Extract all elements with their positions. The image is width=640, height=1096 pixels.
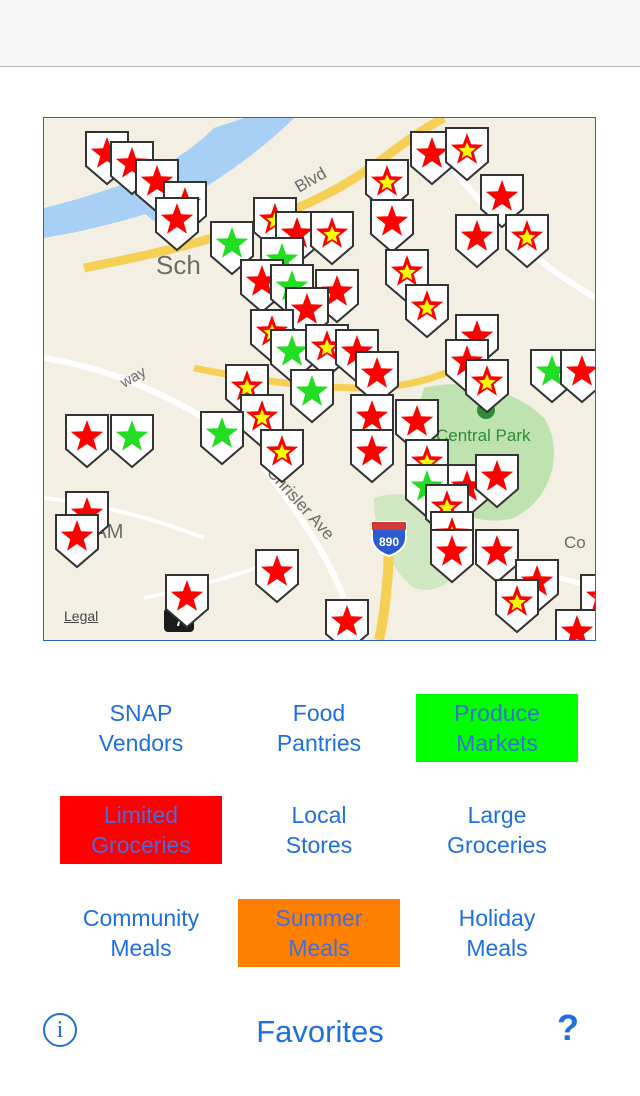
category-button-produce-markets[interactable]: Produce Markets	[416, 694, 578, 762]
map-marker-icon[interactable]	[455, 214, 499, 269]
map-marker-icon[interactable]	[555, 609, 595, 640]
info-icon[interactable]: i	[43, 1013, 77, 1047]
category-button-food-pantries[interactable]: Food Pantries	[238, 694, 400, 762]
map-marker-icon[interactable]	[405, 284, 449, 339]
map-marker-icon[interactable]	[255, 549, 299, 604]
category-button-community-meals[interactable]: Community Meals	[60, 899, 222, 967]
map-marker-icon[interactable]	[475, 529, 519, 584]
category-button-holiday-meals[interactable]: Holiday Meals	[416, 899, 578, 967]
map-label-park: Central Park	[436, 426, 531, 445]
map-marker-icon[interactable]	[110, 414, 154, 469]
map-marker-icon[interactable]	[370, 199, 414, 254]
category-button-limited-groceries[interactable]: Limited Groceries	[60, 796, 222, 864]
category-button-local-stores[interactable]: Local Stores	[238, 796, 400, 864]
map-marker-icon[interactable]	[560, 349, 595, 404]
map-label-city: Sch	[156, 250, 201, 280]
map-marker-icon[interactable]	[65, 414, 109, 469]
svg-text:890: 890	[379, 535, 399, 549]
navigation-bar	[0, 0, 640, 67]
map-marker-icon[interactable]	[350, 429, 394, 484]
category-button-large-groceries[interactable]: Large Groceries	[416, 796, 578, 864]
category-button-summer-meals[interactable]: Summer Meals	[238, 899, 400, 967]
map-view[interactable]: Sch DAM Blvd Chrisler Ave way Co Central…	[43, 117, 596, 641]
map-marker-icon[interactable]	[325, 599, 369, 640]
category-button-snap-vendors[interactable]: SNAP Vendors	[60, 694, 222, 762]
map-marker-icon[interactable]	[290, 369, 334, 424]
map-marker-icon[interactable]	[55, 514, 99, 569]
map-marker-icon[interactable]	[310, 211, 354, 266]
map-legal-link[interactable]: Legal	[64, 608, 98, 624]
favorites-button[interactable]: Favorites	[220, 1010, 420, 1054]
map-label-co: Co	[564, 533, 586, 552]
help-icon[interactable]: ?	[550, 1006, 586, 1050]
map-marker-icon[interactable]	[495, 579, 539, 634]
map-marker-icon[interactable]	[200, 411, 244, 466]
